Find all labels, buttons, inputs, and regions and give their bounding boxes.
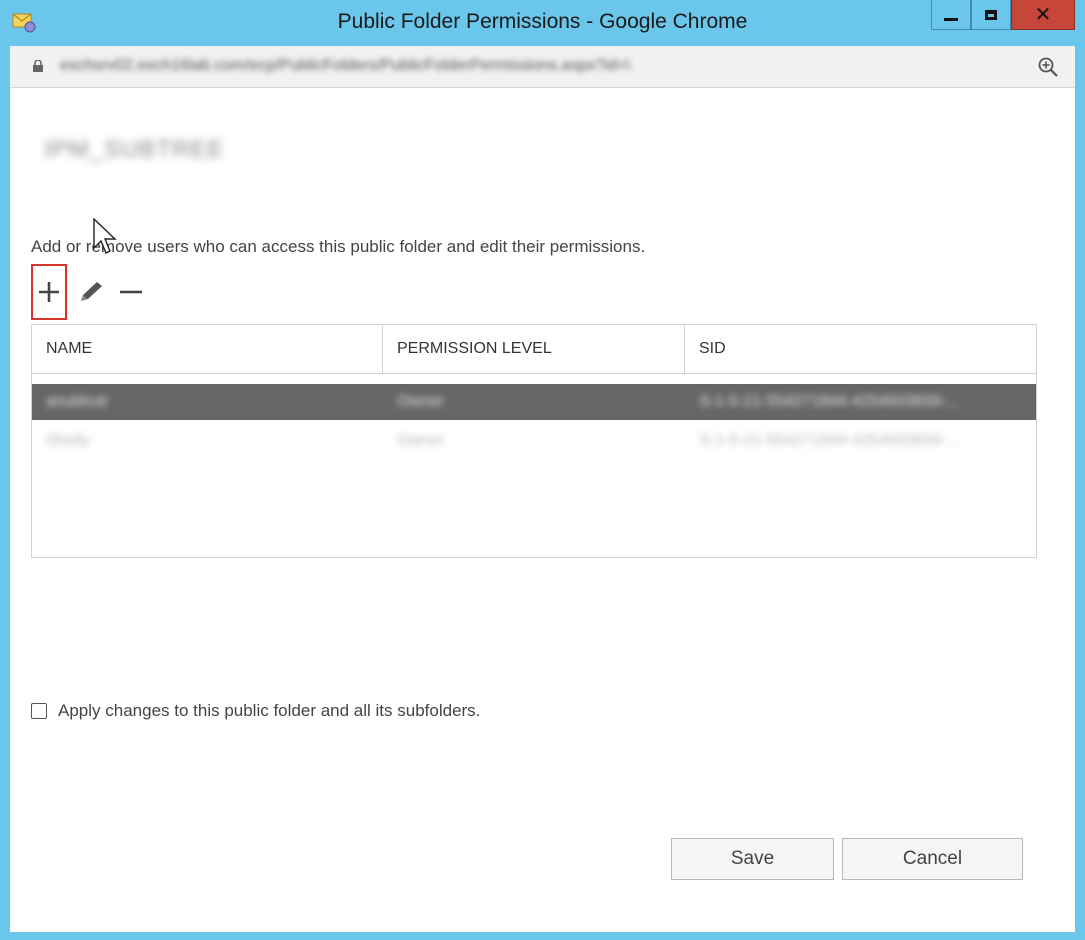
dialog-content: IPM_SUBTREE Add or remove users who can …: [10, 88, 1075, 932]
column-sid[interactable]: SID: [685, 325, 1036, 373]
window-title: Public Folder Permissions - Google Chrom…: [337, 10, 748, 33]
cancel-button[interactable]: Cancel: [842, 838, 1023, 880]
row-permission: Owner: [397, 432, 445, 449]
table-row[interactable]: anubhuti Owner S-1-5-21-554271844-425493…: [32, 384, 1036, 420]
permissions-table: NAME PERMISSION LEVEL SID anubhuti Owner…: [31, 324, 1037, 558]
remove-button[interactable]: [113, 264, 149, 320]
zoom-icon[interactable]: [1037, 56, 1059, 78]
row-name: Shelly: [46, 432, 90, 449]
row-sid: S-1-5-21-554271844-4254933839-...: [699, 393, 960, 410]
table-row[interactable]: Shelly Owner S-1-5-21-554271844-42549338…: [32, 423, 1036, 459]
apply-subfolders-label: Apply changes to this public folder and …: [58, 701, 481, 720]
column-name[interactable]: NAME: [32, 325, 383, 373]
permissions-toolbar: [31, 264, 161, 320]
browser-window: Public Folder Permissions - Google Chrom…: [0, 0, 1085, 940]
row-sid: S-1-5-21-554271844-4254933839-...: [699, 432, 960, 449]
plus-icon: [39, 282, 59, 302]
edit-button[interactable]: [73, 264, 109, 320]
table-header: NAME PERMISSION LEVEL SID: [32, 325, 1036, 374]
apply-subfolders-checkbox[interactable]: [31, 703, 47, 719]
column-permission-level[interactable]: PERMISSION LEVEL: [383, 325, 685, 373]
minus-icon: [120, 290, 142, 294]
close-button[interactable]: ✕: [1011, 0, 1075, 30]
maximize-icon: [985, 9, 997, 20]
address-bar[interactable]: exchsrv02.exch16lab.com/ecp/PublicFolder…: [10, 46, 1075, 88]
url-text: exchsrv02.exch16lab.com/ecp/PublicFolder…: [60, 57, 631, 74]
save-button[interactable]: Save: [671, 838, 834, 880]
close-icon: ✕: [1034, 4, 1052, 26]
maximize-button[interactable]: [971, 0, 1011, 30]
apply-subfolders-option[interactable]: Apply changes to this public folder and …: [31, 700, 480, 722]
title-bar: Public Folder Permissions - Google Chrom…: [0, 0, 1085, 46]
row-name: anubhuti: [46, 393, 108, 410]
folder-name: IPM_SUBTREE: [44, 136, 225, 163]
mouse-pointer-icon: [93, 218, 117, 254]
lock-icon: [33, 60, 43, 72]
pencil-icon: [81, 282, 102, 301]
minimize-button[interactable]: [931, 0, 971, 30]
instructions-text: Add or remove users who can access this …: [31, 237, 646, 256]
add-button[interactable]: [31, 264, 67, 320]
row-permission: Owner: [397, 393, 445, 410]
window-controls: ✕: [931, 0, 1075, 30]
minimize-icon: [944, 18, 958, 21]
